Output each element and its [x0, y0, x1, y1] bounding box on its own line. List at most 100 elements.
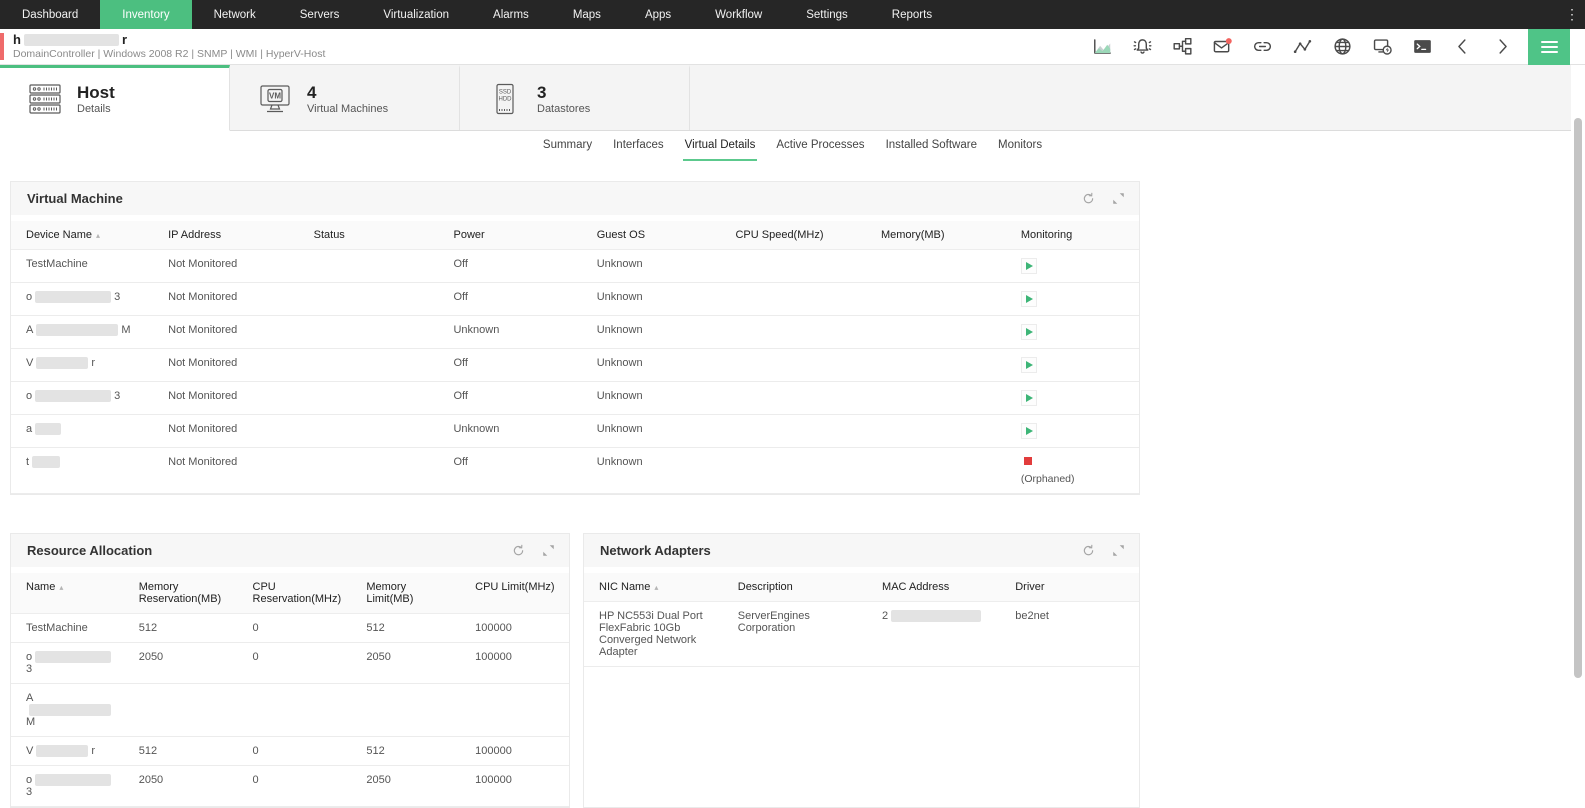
redacted-text	[891, 610, 981, 622]
remote-access-icon[interactable]	[1373, 37, 1392, 56]
subtab-virtual-details[interactable]: Virtual Details	[683, 131, 758, 161]
start-monitoring-button[interactable]	[1021, 291, 1037, 307]
column-header-power[interactable]: Power	[438, 221, 581, 249]
column-header-nic-name[interactable]: NIC Name▴	[584, 573, 723, 601]
tab-virtual-machines[interactable]: VM 4 Virtual Machines	[230, 65, 460, 130]
table-row[interactable]: o3205002050100000	[11, 766, 569, 807]
terminal-icon[interactable]	[1413, 37, 1432, 56]
nav-item-workflow[interactable]: Workflow	[693, 0, 784, 29]
table-row[interactable]: aNot MonitoredUnknownUnknown	[11, 415, 1139, 448]
alarm-bell-icon[interactable]	[1133, 37, 1152, 56]
start-monitoring-button[interactable]	[1021, 324, 1037, 340]
column-header-monitoring[interactable]: Monitoring	[1006, 221, 1139, 249]
table-row[interactable]: AMNot MonitoredUnknownUnknown	[11, 316, 1139, 349]
nav-item-settings[interactable]: Settings	[784, 0, 870, 29]
start-monitoring-button[interactable]	[1021, 258, 1037, 274]
mail-icon[interactable]	[1213, 37, 1232, 56]
device-name-cell: o3	[11, 283, 153, 311]
device-name: h r	[13, 33, 325, 47]
redacted-text	[36, 745, 88, 757]
table-row[interactable]: tNot MonitoredOffUnknown(Orphaned)	[11, 448, 1139, 494]
tab-datastores[interactable]: SSD HDD 3 Datastores	[460, 65, 690, 130]
refresh-icon[interactable]	[1082, 192, 1095, 205]
ip-address-cell: Not Monitored	[153, 349, 299, 377]
column-header-guest-os[interactable]: Guest OS	[582, 221, 721, 249]
overflow-menu-icon[interactable]: ⋮	[1565, 0, 1579, 29]
menu-button[interactable]	[1528, 29, 1570, 65]
column-header-status[interactable]: Status	[299, 221, 439, 249]
line-chart-icon[interactable]	[1293, 37, 1312, 56]
column-header-description[interactable]: Description	[723, 573, 867, 601]
expand-icon[interactable]	[542, 544, 555, 557]
table-row[interactable]: Vr5120512100000	[11, 737, 569, 766]
subtab-summary[interactable]: Summary	[541, 131, 594, 161]
cpu-speed-cell	[720, 382, 866, 398]
column-header-cpu-reservation-mhz-[interactable]: CPU Reservation(MHz)	[238, 573, 352, 613]
start-monitoring-button[interactable]	[1021, 357, 1037, 373]
value-cell: 2050	[351, 766, 460, 794]
table-row[interactable]: o3Not MonitoredOffUnknown	[11, 283, 1139, 316]
subtab-installed-software[interactable]: Installed Software	[884, 131, 979, 161]
device-name-cell: o3	[11, 643, 124, 683]
play-icon	[1026, 394, 1033, 402]
memory-cell	[866, 349, 1006, 365]
subtab-interfaces[interactable]: Interfaces	[611, 131, 666, 161]
column-header-memory-reservation-mb-[interactable]: Memory Reservation(MB)	[124, 573, 238, 613]
column-header-cpu-limit-mhz-[interactable]: CPU Limit(MHz)	[460, 573, 569, 613]
column-header-name[interactable]: Name▴	[11, 573, 124, 613]
nav-item-maps[interactable]: Maps	[551, 0, 623, 29]
nav-item-servers[interactable]: Servers	[278, 0, 362, 29]
nav-item-network[interactable]: Network	[192, 0, 278, 29]
subtab-active-processes[interactable]: Active Processes	[774, 131, 866, 161]
table-row[interactable]: VrNot MonitoredOffUnknown	[11, 349, 1139, 382]
cpu-speed-cell	[720, 316, 866, 332]
device-header: h r DomainController | Windows 2008 R2 |…	[0, 29, 1585, 65]
table-row[interactable]: TestMachine5120512100000	[11, 614, 569, 643]
expand-icon[interactable]	[1112, 544, 1125, 557]
subtab-monitors[interactable]: Monitors	[996, 131, 1044, 161]
resource-allocation-panel: Resource Allocation Name▴Memory Reservat…	[10, 533, 570, 808]
ssd-hdd-icon: SSD HDD	[488, 82, 522, 116]
monitoring-cell	[1006, 283, 1139, 315]
device-name-cell: TestMachine	[11, 614, 124, 642]
power-cell: Off	[438, 349, 581, 377]
table-row[interactable]: o3Not MonitoredOffUnknown	[11, 382, 1139, 415]
topology-icon[interactable]	[1173, 37, 1192, 56]
chevron-right-icon[interactable]	[1493, 37, 1512, 56]
nav-item-inventory[interactable]: Inventory	[100, 0, 191, 29]
link-icon[interactable]	[1253, 37, 1272, 56]
column-header-mac-address[interactable]: MAC Address	[867, 573, 1000, 601]
column-header-ip-address[interactable]: IP Address	[153, 221, 299, 249]
expand-icon[interactable]	[1112, 192, 1125, 205]
area-chart-icon[interactable]	[1093, 37, 1112, 56]
start-monitoring-button[interactable]	[1021, 423, 1037, 439]
refresh-icon[interactable]	[1082, 544, 1095, 557]
table-row[interactable]: HP NC553i Dual Port FlexFabric 10Gb Conv…	[584, 602, 1139, 667]
nav-item-dashboard[interactable]: Dashboard	[0, 0, 100, 29]
column-header-memory-limit-mb-[interactable]: Memory Limit(MB)	[351, 573, 460, 613]
chevron-left-icon[interactable]	[1453, 37, 1472, 56]
nav-item-reports[interactable]: Reports	[870, 0, 954, 29]
power-cell: Unknown	[438, 415, 581, 443]
scrollbar-thumb[interactable]	[1574, 118, 1582, 678]
table-header-row: NIC Name▴DescriptionMAC AddressDriver	[584, 573, 1139, 602]
tab-host-details[interactable]: Host Details	[0, 65, 230, 131]
guest-os-cell: Unknown	[582, 382, 721, 410]
table-row[interactable]: AM	[11, 684, 569, 737]
redacted-text	[32, 456, 60, 468]
nav-item-apps[interactable]: Apps	[623, 0, 693, 29]
start-monitoring-button[interactable]	[1021, 390, 1037, 406]
column-header-device-name[interactable]: Device Name▴	[11, 221, 153, 249]
column-header-driver[interactable]: Driver	[1000, 573, 1139, 601]
table-row[interactable]: o3205002050100000	[11, 643, 569, 684]
vertical-scrollbar[interactable]	[1571, 66, 1585, 725]
column-header-cpu-speed-mhz-[interactable]: CPU Speed(MHz)	[720, 221, 866, 249]
ip-address-cell: Not Monitored	[153, 250, 299, 278]
table-row[interactable]: TestMachineNot MonitoredOffUnknown	[11, 250, 1139, 283]
nav-item-virtualization[interactable]: Virtualization	[361, 0, 471, 29]
nav-item-alarms[interactable]: Alarms	[471, 0, 551, 29]
globe-icon[interactable]	[1333, 37, 1352, 56]
redacted-text	[35, 390, 111, 402]
column-header-memory-mb-[interactable]: Memory(MB)	[866, 221, 1006, 249]
refresh-icon[interactable]	[512, 544, 525, 557]
